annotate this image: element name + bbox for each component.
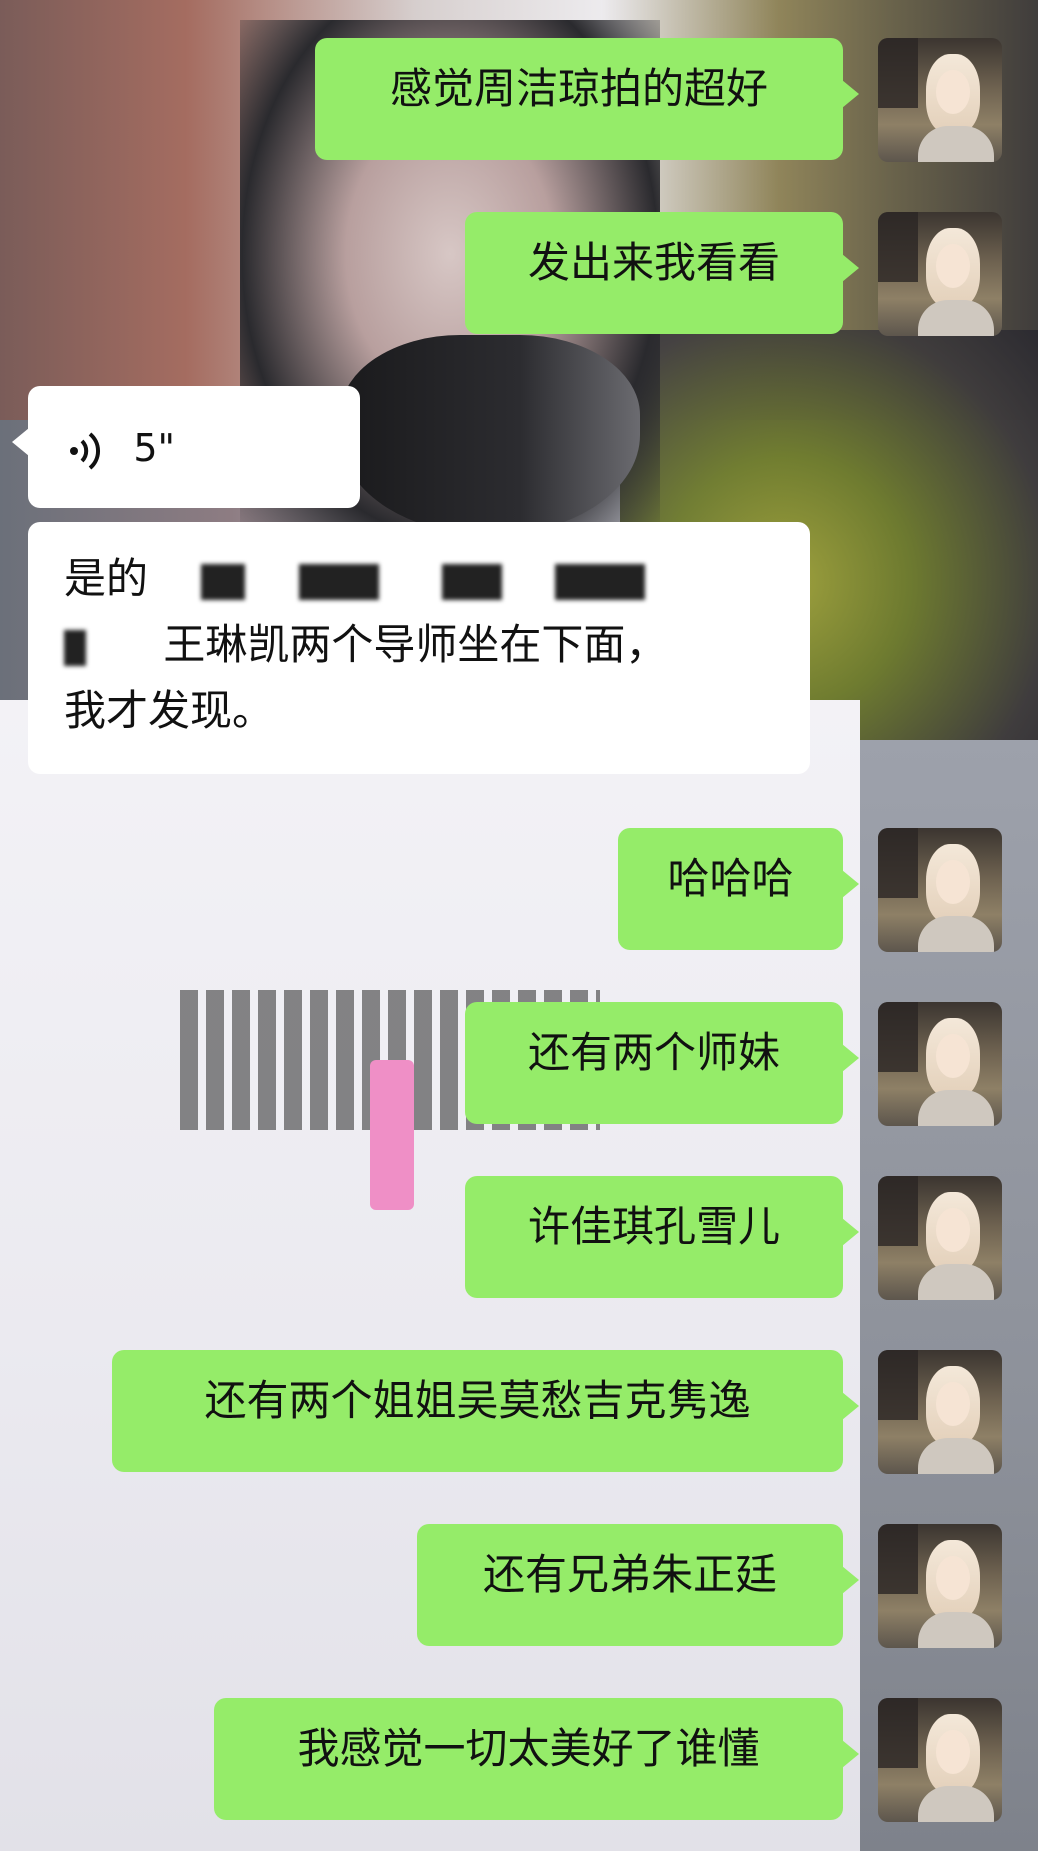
redaction-block bbox=[298, 563, 379, 600]
background-face-mask bbox=[340, 335, 640, 535]
self-avatar[interactable] bbox=[878, 828, 1002, 952]
message-text-line2: 王琳凯两个导师坐在下面， bbox=[163, 620, 668, 669]
received-voice-message[interactable]: 5" bbox=[12, 386, 360, 508]
message-text: 还有两个姐姐吴莫愁吉克隽逸 bbox=[204, 1376, 751, 1425]
self-avatar[interactable] bbox=[878, 1350, 1002, 1474]
redaction-block bbox=[201, 563, 246, 600]
voice-duration: 5" bbox=[133, 426, 176, 470]
self-avatar[interactable] bbox=[878, 1002, 1002, 1126]
message-text: 还有兄弟朱正廷 bbox=[482, 1550, 777, 1599]
sent-message-bubble[interactable]: 还有兄弟朱正廷 bbox=[417, 1524, 859, 1646]
background-pendant bbox=[370, 1060, 414, 1210]
message-text: 还有两个师妹 bbox=[527, 1028, 780, 1077]
sent-message-bubble[interactable]: 哈哈哈 bbox=[618, 828, 859, 950]
received-message-bubble[interactable]: 是的 王琳凯两个导师坐在下面， 我才发现。 bbox=[28, 522, 810, 774]
voice-wave-icon bbox=[64, 428, 108, 472]
sent-message-bubble[interactable]: 还有两个姐姐吴莫愁吉克隽逸 bbox=[112, 1350, 859, 1472]
sent-message-bubble[interactable]: 还有两个师妹 bbox=[465, 1002, 859, 1124]
self-avatar[interactable] bbox=[878, 1698, 1002, 1822]
self-avatar[interactable] bbox=[878, 38, 1002, 162]
self-avatar[interactable] bbox=[878, 212, 1002, 336]
sent-message-bubble[interactable]: 发出来我看看 bbox=[465, 212, 859, 334]
redaction-block bbox=[64, 629, 86, 666]
message-text-line3: 我才发现。 bbox=[64, 686, 275, 735]
message-text: 许佳琪孔雪儿 bbox=[527, 1202, 780, 1251]
redaction-block bbox=[442, 563, 503, 600]
message-text: 感觉周洁琼拍的超好 bbox=[389, 64, 768, 113]
message-text: 发出来我看看 bbox=[527, 238, 780, 287]
self-avatar[interactable] bbox=[878, 1176, 1002, 1300]
sent-message-bubble[interactable]: 我感觉一切太美好了谁懂 bbox=[214, 1698, 859, 1820]
self-avatar[interactable] bbox=[878, 1524, 1002, 1648]
message-text-line1: 是的 bbox=[64, 554, 149, 603]
message-text: 哈哈哈 bbox=[667, 854, 794, 903]
message-text: 我感觉一切太美好了谁懂 bbox=[297, 1724, 760, 1773]
redaction-block bbox=[555, 563, 646, 600]
sent-message-bubble[interactable]: 许佳琪孔雪儿 bbox=[465, 1176, 859, 1298]
sent-message-bubble[interactable]: 感觉周洁琼拍的超好 bbox=[315, 38, 859, 160]
